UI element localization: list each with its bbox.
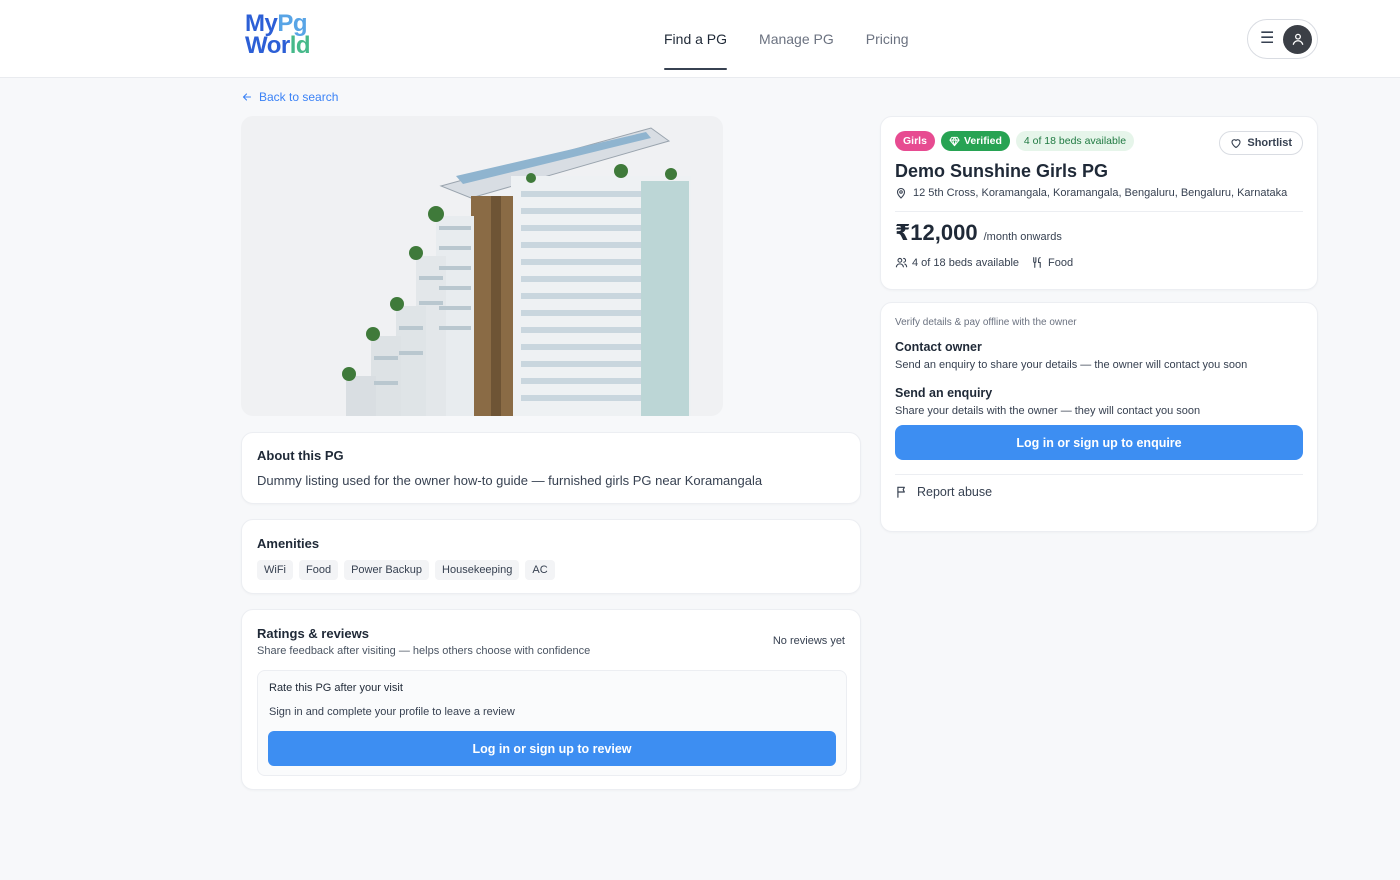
diamond-icon bbox=[949, 136, 960, 146]
verified-badge: Verified bbox=[940, 131, 1010, 151]
main-nav: Find a PG Manage PG Pricing bbox=[664, 0, 909, 78]
report-abuse-label: Report abuse bbox=[917, 485, 993, 499]
logo-text-ld: ld bbox=[289, 32, 311, 59]
pg-address: 12 5th Cross, Koramangala, Koramangala, … bbox=[895, 187, 1303, 199]
reviews-subtitle: Share feedback after visiting — helps ot… bbox=[257, 645, 591, 657]
users-icon bbox=[895, 257, 908, 268]
report-abuse-link[interactable]: Report abuse bbox=[895, 485, 1303, 499]
price-value: ₹12,000 bbox=[895, 220, 978, 245]
back-to-search-link[interactable]: Back to search bbox=[241, 90, 338, 104]
arrow-left-icon bbox=[242, 93, 252, 101]
back-link-label: Back to search bbox=[259, 90, 339, 104]
user-icon bbox=[1283, 24, 1312, 54]
map-pin-icon bbox=[896, 187, 906, 199]
shortlist-label: Shortlist bbox=[1247, 137, 1292, 149]
amenity-chip: WiFi bbox=[257, 560, 293, 580]
amenities-card: Amenities WiFi Food Power Backup Houseke… bbox=[241, 519, 861, 594]
amenity-chip: Housekeeping bbox=[435, 560, 520, 580]
nav-pricing[interactable]: Pricing bbox=[866, 0, 909, 78]
price-suffix: /month onwards bbox=[983, 231, 1062, 243]
divider bbox=[895, 211, 1303, 212]
beds-meta: 4 of 18 beds available bbox=[895, 256, 1019, 269]
top-navbar: MyPg World Find a PG Manage PG Pricing ☰ bbox=[0, 0, 1400, 78]
food-meta-text: Food bbox=[1048, 256, 1074, 269]
contact-owner-title: Contact owner bbox=[895, 340, 982, 354]
nav-manage-pg[interactable]: Manage PG bbox=[759, 0, 834, 78]
amenity-chip: Power Backup bbox=[344, 560, 430, 580]
building-image bbox=[342, 127, 691, 416]
about-card: About this PG Dummy listing used for the… bbox=[241, 432, 861, 504]
utensils-icon bbox=[1033, 257, 1041, 268]
listing-info-card: Girls Verified 4 of 18 beds available Sh… bbox=[880, 116, 1318, 290]
reviews-card: Ratings & reviews Share feedback after v… bbox=[241, 609, 861, 790]
amenities-list: WiFi Food Power Backup Housekeeping AC bbox=[257, 560, 845, 580]
beds-meta-text: 4 of 18 beds available bbox=[912, 256, 1020, 269]
send-enquiry-text: Share your details with the owner — they… bbox=[895, 405, 1201, 417]
about-description: Dummy listing used for the owner how-to … bbox=[257, 473, 763, 488]
verified-label: Verified bbox=[963, 135, 1002, 147]
gender-badge: Girls bbox=[895, 131, 935, 151]
amenity-chip: Food bbox=[299, 560, 339, 580]
user-menu-button[interactable]: ☰ bbox=[1247, 19, 1318, 59]
send-enquiry-title: Send an enquiry bbox=[895, 386, 993, 400]
contact-owner-text: Send an enquiry to share your details — … bbox=[895, 359, 1248, 371]
reviews-status: No reviews yet bbox=[772, 635, 845, 647]
reviews-title: Ratings & reviews bbox=[257, 626, 369, 641]
login-to-review-button[interactable]: Log in or sign up to review bbox=[268, 731, 836, 766]
about-title: About this PG bbox=[257, 448, 344, 463]
price-row: ₹12,000 /month onwards bbox=[895, 220, 1303, 246]
heart-icon bbox=[1231, 139, 1241, 149]
rate-title: Rate this PG after your visit bbox=[269, 682, 403, 694]
pg-name: Demo Sunshine Girls PG bbox=[895, 161, 1109, 181]
address-text: 12 5th Cross, Koramangala, Koramangala, … bbox=[913, 187, 1288, 199]
brand-logo[interactable]: MyPg World bbox=[245, 12, 311, 59]
listing-meta: 4 of 18 beds available Food bbox=[895, 256, 1303, 269]
contact-owner-card: Verify details & pay offline with the ow… bbox=[880, 302, 1318, 532]
flag-icon bbox=[897, 486, 905, 498]
login-to-enquire-button[interactable]: Log in or sign up to enquire bbox=[895, 425, 1303, 460]
nav-find-a-pg[interactable]: Find a PG bbox=[664, 0, 728, 78]
pg-hero-image[interactable] bbox=[241, 116, 723, 416]
amenities-title: Amenities bbox=[257, 536, 320, 551]
rate-hint: Sign in and complete your profile to lea… bbox=[269, 706, 515, 718]
hamburger-icon: ☰ bbox=[1260, 30, 1275, 47]
offline-hint: Verify details & pay offline with the ow… bbox=[895, 317, 1077, 328]
food-meta: Food bbox=[1031, 256, 1073, 269]
amenity-chip: AC bbox=[525, 560, 555, 580]
rate-pg-box: Rate this PG after your visit Sign in an… bbox=[257, 670, 847, 776]
logo-text-wor: Wor bbox=[245, 32, 290, 59]
beds-badge: 4 of 18 beds available bbox=[1015, 131, 1135, 151]
shortlist-button[interactable]: Shortlist bbox=[1219, 131, 1303, 155]
divider bbox=[895, 474, 1303, 475]
